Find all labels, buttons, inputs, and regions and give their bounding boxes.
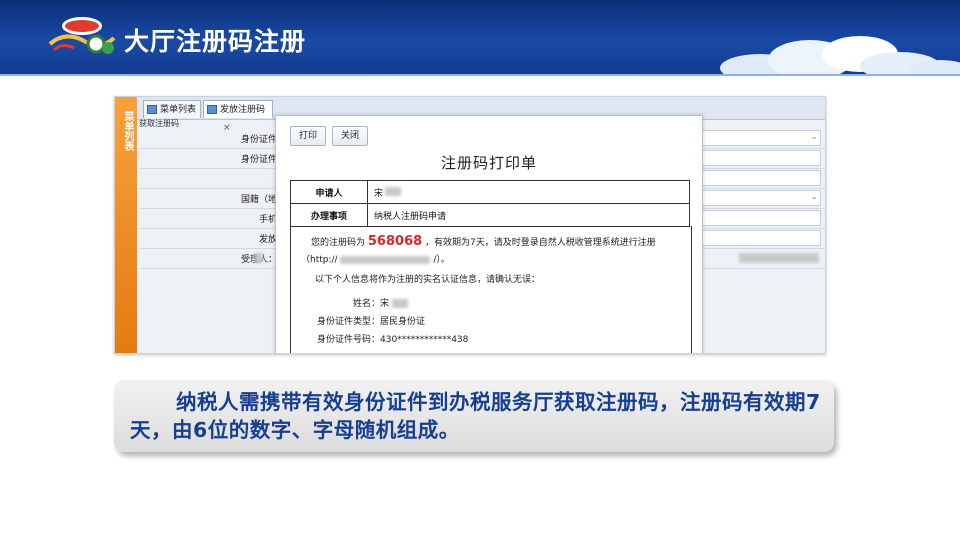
list-icon: [147, 105, 157, 114]
banner-divider: [0, 74, 960, 76]
table-row: 申请人 宋: [290, 180, 690, 204]
url-line: （http:// /）。: [301, 252, 450, 265]
caption-box: 纳税人需携带有效身份证件到办税服务厅获取注册码，注册码有效期7天，由6位的数字、…: [114, 380, 834, 452]
slide-title: 大厅注册码注册: [124, 27, 307, 56]
url-prefix: （http://: [301, 255, 338, 265]
redacted-value: [739, 253, 819, 263]
table-key: 申请人: [290, 180, 368, 204]
id-type-value: 居民身份证: [380, 317, 426, 327]
code-prefix: 您的注册码为: [311, 238, 366, 248]
tab-label: 发放注册码: [220, 105, 266, 115]
name-label: 姓名：宋: [353, 299, 390, 309]
list-icon: [207, 105, 217, 114]
side-menu-tab[interactable]: 菜单列表: [115, 97, 137, 353]
registration-code: 568068: [367, 234, 423, 249]
form-label: 国籍（地: [240, 195, 277, 205]
chevron-down-icon: ⌄: [810, 192, 818, 202]
redacted-value: [255, 253, 263, 263]
name-line: 姓名：宋: [353, 296, 408, 309]
tab-issue-code[interactable]: 发放注册码 ×: [203, 100, 273, 133]
redacted-url: [340, 255, 431, 264]
id-type-line: 身份证件类型：居民身份证: [317, 314, 425, 327]
tab-label: 菜单列表: [160, 105, 197, 115]
section-header-label: 获取注册码: [139, 119, 179, 128]
close-button[interactable]: 关闭: [332, 126, 368, 146]
notice-body: 您的注册码为 568068 ，有效期为7天，请及时登录自然人税收管理系统进行注册…: [290, 226, 692, 353]
form-label: 身份证件: [240, 155, 277, 165]
code-suffix: ，有效期为7天，请及时登录自然人税收管理系统进行注册: [425, 238, 656, 248]
table-value: 纳税人注册码申请: [367, 203, 690, 227]
id-number-value: 430************438: [380, 335, 469, 345]
header-banner: 大厅注册码注册: [0, 0, 960, 76]
print-button[interactable]: 打印: [290, 126, 326, 146]
code-line: 您的注册码为 568068 ，有效期为7天，请及时登录自然人税收管理系统进行注册: [311, 234, 656, 249]
id-number-label: 身份证件号码：: [317, 335, 381, 345]
chevron-down-icon: ⌄: [810, 132, 818, 142]
redacted-value: [385, 186, 402, 196]
form-label: 身份证件: [240, 135, 277, 145]
redacted-value: [391, 299, 408, 308]
tab-menu-list[interactable]: 菜单列表: [143, 100, 201, 118]
confirm-line: 以下个人信息将作为注册的实名认证信息，请确认无误：: [315, 275, 541, 285]
table-key: 办理事项: [290, 203, 368, 227]
app-screenshot: 菜单列表 菜单列表 发放注册码 × 获取注册码 身份证件 ⌄ 身份证件 国籍（地…: [114, 96, 826, 354]
side-menu-tab-label: 菜单列表: [122, 111, 133, 151]
print-dialog: 打印 关闭 注册码打印单 申请人 宋 办理事项 纳税人注册码申请 您的注册码为 …: [275, 115, 703, 353]
info-table: 申请人 宋 办理事项 纳税人注册码申请: [290, 180, 690, 227]
table-value: 宋: [367, 180, 690, 204]
tax-logo-icon: [48, 17, 116, 54]
applicant-name: 宋: [374, 188, 384, 199]
id-number-line: 身份证件号码：430************438: [317, 332, 468, 345]
dialog-title: 注册码打印单: [440, 154, 537, 172]
caption-text: 纳税人需携带有效身份证件到办税服务厅获取注册码，注册码有效期7天，由6位的数字、…: [130, 390, 821, 442]
table-row: 办理事项 纳税人注册码申请: [290, 203, 690, 227]
id-type-label: 身份证件类型：: [317, 317, 381, 327]
clouds-decoration: [720, 36, 960, 76]
url-suffix: /）。: [433, 255, 450, 265]
